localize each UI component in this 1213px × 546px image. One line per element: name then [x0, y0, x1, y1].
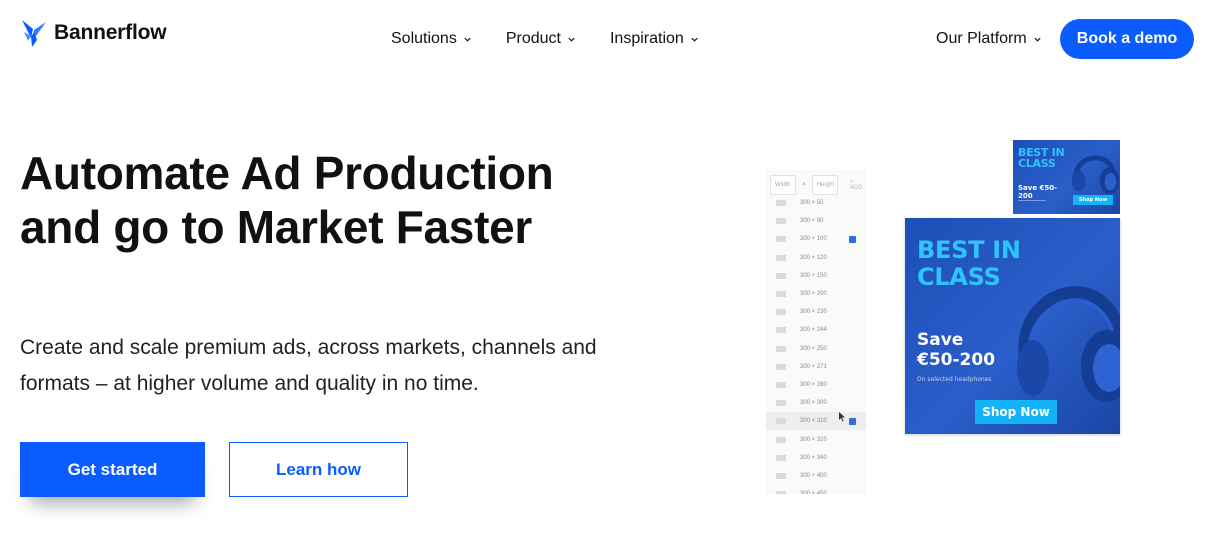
- size-label: 300 × 400: [800, 472, 827, 479]
- mouse-cursor-icon: [839, 412, 845, 422]
- width-field: Width: [770, 175, 797, 195]
- nav-product[interactable]: Product: [506, 30, 576, 48]
- size-label: 300 × 280: [800, 381, 827, 388]
- size-row: 300 × 400: [766, 467, 866, 485]
- size-row: 300 × 244: [766, 321, 866, 339]
- get-started-button[interactable]: Get started: [20, 442, 205, 497]
- size-thumbnail: [776, 236, 786, 243]
- size-thumbnail: [776, 418, 786, 425]
- size-row: 300 × 50: [766, 194, 866, 212]
- size-thumbnail: [776, 454, 786, 461]
- size-thumbnail: [776, 200, 786, 207]
- size-row: 300 × 300: [766, 394, 866, 412]
- ad-preview-small: BEST IN CLASS Save €50-200 Shop Now: [1013, 140, 1120, 214]
- ad-large-note: On selected headphones: [917, 376, 992, 383]
- size-label: 300 × 340: [800, 454, 827, 461]
- nav-inspiration[interactable]: Inspiration: [610, 30, 699, 48]
- main-nav: Solutions Product Inspiration: [391, 30, 733, 48]
- size-row: 300 × 450: [766, 485, 866, 494]
- learn-how-button[interactable]: Learn how: [229, 442, 408, 497]
- size-checkbox-checked: [849, 235, 856, 243]
- size-thumbnail: [776, 400, 786, 407]
- size-thumbnail: [776, 472, 786, 479]
- size-label: 300 × 150: [800, 272, 827, 279]
- size-label: 300 × 100: [800, 236, 827, 243]
- chevron-down-icon: [691, 37, 698, 42]
- chevron-down-icon: [1034, 37, 1041, 42]
- size-label: 300 × 120: [800, 254, 827, 261]
- book-demo-button[interactable]: Book a demo: [1060, 19, 1194, 59]
- chevron-down-icon: [568, 37, 575, 42]
- size-thumbnail: [776, 436, 786, 443]
- site-header: Bannerflow Solutions Product Inspiration…: [0, 0, 1213, 78]
- ad-small-headline: BEST IN CLASS: [1018, 146, 1065, 170]
- size-label: 300 × 80: [800, 218, 824, 225]
- size-thumbnail: [776, 254, 786, 261]
- size-row: 300 × 250: [766, 340, 866, 358]
- size-thumbnail: [776, 381, 786, 388]
- size-row: 300 × 230: [766, 303, 866, 321]
- size-separator: ×: [802, 182, 806, 188]
- size-thumbnail: [776, 363, 786, 370]
- nav-our-platform-label: Our Platform: [936, 30, 1027, 47]
- size-label: 300 × 320: [800, 436, 827, 443]
- height-field: Height: [811, 175, 838, 195]
- chevron-down-icon: [464, 37, 471, 42]
- nav-product-label: Product: [505, 30, 561, 47]
- ad-small-note-line: [1018, 200, 1046, 201]
- size-row: 300 × 271: [766, 358, 866, 376]
- size-row: 300 × 320: [766, 430, 866, 448]
- size-thumbnail: [776, 218, 786, 225]
- size-row: 300 × 150: [766, 267, 866, 285]
- ad-small-save: Save €50-200: [1018, 184, 1058, 200]
- size-label: 300 × 450: [800, 491, 827, 494]
- bannerflow-logo[interactable]: Bannerflow: [20, 18, 167, 48]
- size-label: 300 × 271: [800, 363, 827, 370]
- ad-preview-large: BEST IN CLASS Save €50-200 On selected h…: [905, 218, 1120, 434]
- size-thumbnail: [776, 272, 786, 279]
- size-row: 300 × 200: [766, 285, 866, 303]
- size-thumbnail: [776, 291, 786, 298]
- ad-small-cta: Shop Now: [1073, 195, 1113, 205]
- add-size-label: + ADD: [849, 179, 863, 191]
- hero-subtitle: Create and scale premium ads, across mar…: [20, 336, 597, 395]
- hero-title: Automate Ad Production and go to Market …: [20, 147, 554, 253]
- size-label: 300 × 244: [800, 327, 827, 334]
- ad-large-cta: Shop Now: [975, 400, 1057, 424]
- size-row: 300 × 280: [766, 376, 866, 394]
- size-thumbnail: [776, 309, 786, 316]
- size-label: 300 × 230: [800, 309, 827, 316]
- nav-solutions[interactable]: Solutions: [391, 30, 472, 48]
- size-thumbnail: [776, 491, 786, 494]
- size-label: 300 × 200: [800, 291, 827, 298]
- size-list: 300 × 50 300 × 80 300 × 100 300 × 120 300 × …: [766, 194, 866, 494]
- butterfly-logo-icon: [22, 20, 46, 47]
- size-label: 300 × 250: [800, 345, 827, 352]
- size-thumbnail: [776, 345, 786, 352]
- size-label: 300 × 50: [800, 200, 824, 207]
- size-checkbox-checked: [849, 417, 856, 425]
- nav-our-platform[interactable]: Our Platform: [936, 30, 1042, 48]
- size-row: 300 × 310: [766, 412, 866, 431]
- size-row: 300 × 80: [766, 212, 866, 230]
- size-thumbnail: [776, 327, 786, 334]
- size-label: 300 × 300: [800, 400, 827, 407]
- nav-solutions-label: Solutions: [391, 30, 457, 47]
- nav-inspiration-label: Inspiration: [609, 30, 684, 47]
- size-label: 300 × 310: [800, 418, 827, 425]
- size-row: 300 × 120: [766, 249, 866, 267]
- ad-size-panel: Width × Height + ADD 300 × 50 300 × 80 300…: [766, 170, 866, 494]
- size-row: 300 × 340: [766, 449, 866, 467]
- logo-text: Bannerflow: [54, 21, 167, 44]
- ad-large-headline: BEST IN CLASS: [917, 236, 1021, 291]
- ad-large-save: Save €50-200: [917, 330, 996, 370]
- size-row: 300 × 100: [766, 230, 866, 248]
- size-input-row: Width × Height + ADD: [770, 175, 866, 195]
